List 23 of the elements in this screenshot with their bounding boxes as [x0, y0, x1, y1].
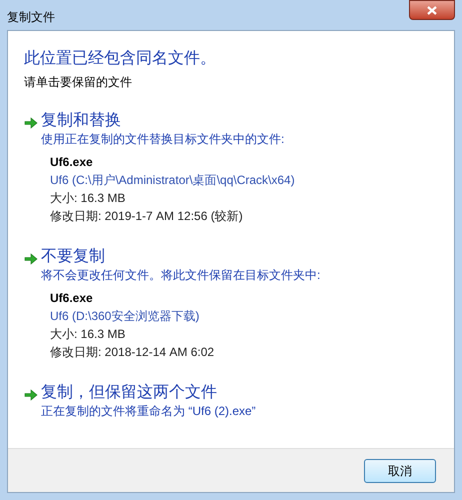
file-name: Uf6.exe	[50, 154, 94, 171]
option-title-link[interactable]: 复制，但保留这两个文件	[41, 383, 256, 403]
file-location: Uf6 (C:\用户\Administrator\桌面\qq\Crack\x64)	[50, 172, 295, 189]
instruction-text: 请单击要保留的文件	[24, 74, 133, 91]
dialog-heading: 此位置已经包含同名文件。	[24, 48, 217, 69]
file-modified-date: 修改日期: 2018-12-14 AM 6:02	[50, 344, 216, 361]
option-title-link[interactable]: 复制和替换	[41, 111, 295, 131]
arrow-icon	[24, 253, 38, 265]
option-description: 使用正在复制的文件替换目标文件夹中的文件:	[41, 131, 286, 148]
arrow-icon	[24, 389, 38, 401]
option-title-link[interactable]: 不要复制	[41, 247, 320, 267]
close-icon	[427, 6, 437, 14]
cancel-button[interactable]: 取消	[364, 458, 436, 482]
option-description: 将不会更改任何文件。将此文件保留在目标文件夹中:	[41, 267, 320, 284]
close-button[interactable]	[409, 0, 455, 20]
arrow-icon	[24, 117, 38, 129]
file-location: Uf6 (D:\360安全浏览器下载)	[50, 308, 200, 325]
window-title: 复制文件	[7, 9, 55, 26]
file-size: 大小: 16.3 MB	[50, 326, 126, 343]
file-size: 大小: 16.3 MB	[50, 190, 126, 207]
file-name: Uf6.exe	[50, 290, 94, 307]
option-description: 正在复制的文件将重命名为 “Uf6 (2).exe”	[41, 403, 256, 420]
file-modified-date: 修改日期: 2019-1-7 AM 12:56 (较新)	[50, 208, 244, 225]
